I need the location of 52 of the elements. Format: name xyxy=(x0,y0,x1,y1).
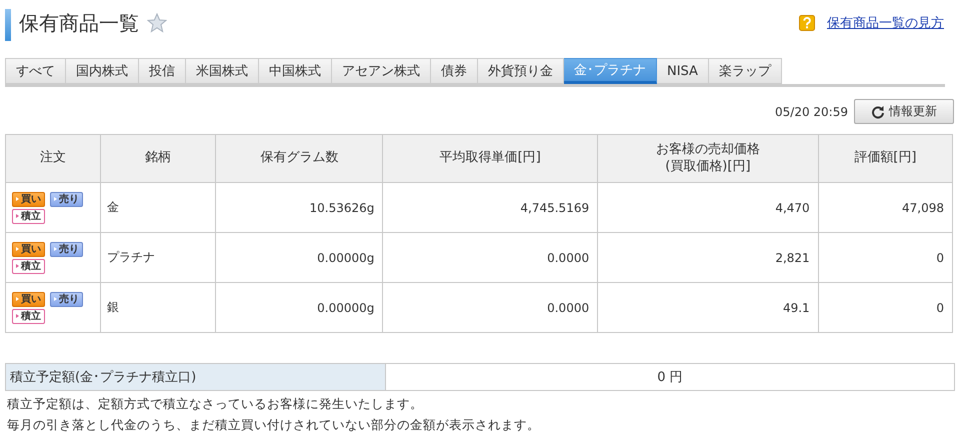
table-cell: 0 xyxy=(818,282,952,332)
star-icon[interactable] xyxy=(147,13,167,33)
note-text: 毎月の引き落とし代金のうち、まだ積立買い付けされていない部分の金額が表示されます。 xyxy=(7,416,541,433)
tab[interactable]: 米国株式 xyxy=(186,58,259,84)
column-header: 保有グラム数 xyxy=(216,134,383,182)
tab[interactable]: すべて xyxy=(5,58,66,84)
column-header: 評価額[円] xyxy=(818,134,952,182)
column-header: 平均取得単価[円] xyxy=(382,134,598,182)
refresh-button[interactable]: 情報更新 xyxy=(854,99,954,124)
table-cell: 0.0000 xyxy=(382,232,598,282)
table-cell: 47,098 xyxy=(818,182,952,232)
buy-button[interactable]: 買い xyxy=(12,242,45,256)
table-cell: 0.00000g xyxy=(216,232,383,282)
tab[interactable]: 中国株式 xyxy=(259,58,332,84)
page-title: 保有商品一覧 xyxy=(19,10,139,36)
column-header: お客様の売却価格 (買取価格)[円] xyxy=(598,134,818,182)
accumulate-button[interactable]: 積立 xyxy=(12,208,45,224)
column-header: 注文 xyxy=(6,134,100,182)
table-cell: プラチナ xyxy=(100,232,216,282)
accumulate-button[interactable]: 積立 xyxy=(12,308,45,324)
tab[interactable]: アセアン株式 xyxy=(332,58,431,84)
table-cell: 2,821 xyxy=(598,232,818,282)
tab[interactable]: 投信 xyxy=(139,58,186,84)
sell-button[interactable]: 売り xyxy=(50,242,83,256)
table-cell: 4,745.5169 xyxy=(382,182,598,232)
summary-value: 0 円 xyxy=(656,369,684,387)
table-cell: 0.0000 xyxy=(382,282,598,332)
sell-button[interactable]: 売り xyxy=(50,192,83,206)
refresh-icon xyxy=(871,104,885,118)
tab[interactable]: 楽ラップ xyxy=(708,58,782,84)
table-cell: 0.00000g xyxy=(216,282,383,332)
tab[interactable]: NISA xyxy=(657,58,709,84)
accumulate-button[interactable]: 積立 xyxy=(12,258,45,274)
table-cell: 0 xyxy=(818,232,952,282)
help-link[interactable]: 保有商品一覧の見方 xyxy=(827,14,944,32)
tab[interactable]: 債券 xyxy=(431,58,478,84)
help-icon[interactable] xyxy=(799,15,815,31)
table-cell: 4,470 xyxy=(598,182,818,232)
tab[interactable]: 国内株式 xyxy=(66,58,139,84)
column-header: 銘柄 xyxy=(100,134,216,182)
note-text: 積立予定額は、定額方式で積立なさっているお客様に発生いたします。 xyxy=(7,395,424,412)
table-cell: 金 xyxy=(100,182,216,232)
update-time: 05/20 20:59 xyxy=(775,104,848,118)
summary-label: 積立予定額(金･プラチナ積立口) xyxy=(6,364,386,390)
sell-button[interactable]: 売り xyxy=(50,292,83,306)
buy-button[interactable]: 買い xyxy=(12,292,45,306)
buy-button[interactable]: 買い xyxy=(12,192,45,206)
table-cell: 49.1 xyxy=(598,282,818,332)
table-cell: 10.53626g xyxy=(216,182,383,232)
title-accent-bar xyxy=(5,9,11,41)
table-cell: 銀 xyxy=(100,282,216,332)
tab[interactable]: 外貨預り金 xyxy=(478,58,564,84)
